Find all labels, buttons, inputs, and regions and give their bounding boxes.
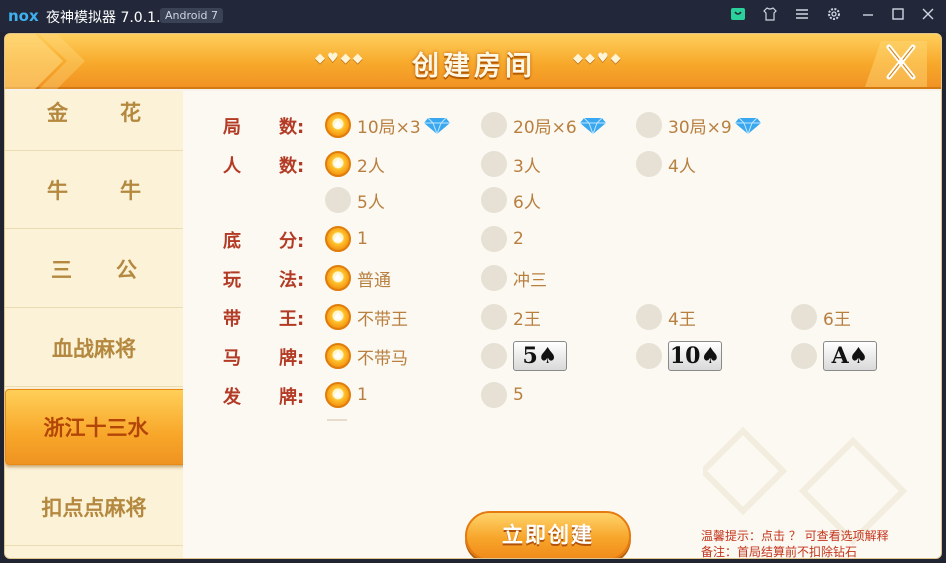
- radio-selected-icon: [325, 112, 351, 138]
- radio-selected-icon: [325, 226, 351, 252]
- android-version-badge: Android 7: [160, 8, 224, 23]
- create-room-button[interactable]: 立即创建: [465, 511, 631, 558]
- room-options-panel: 局 数: 10局×3 20局×6 30局×9 人 数: 2人: [183, 91, 941, 559]
- players-option-5[interactable]: 5人: [325, 187, 385, 213]
- tip-text: 温馨提示：点击 ？ 可查看选项解释: [701, 529, 889, 543]
- nox-logo: nox: [8, 7, 39, 25]
- play-mode-option-normal[interactable]: 普通: [325, 265, 391, 291]
- kings-option-6[interactable]: 6王: [791, 304, 851, 330]
- scroll-hint-line: [327, 419, 347, 421]
- playing-card: 10♠: [668, 341, 722, 371]
- radio-unselected-icon: [481, 187, 507, 213]
- horse-card-option-10-spade[interactable]: 10♠: [636, 341, 722, 371]
- gear-icon[interactable]: [824, 6, 844, 26]
- store-icon[interactable]: [728, 6, 748, 26]
- horse-card-option-a-spade[interactable]: A♠: [791, 341, 877, 371]
- radio-unselected-icon: [636, 343, 662, 369]
- sidebar-item-xuezhan-mahjong[interactable]: 血战麻将: [5, 309, 183, 387]
- crossed-swords-close-icon: [865, 41, 927, 87]
- radio-unselected-icon: [325, 187, 351, 213]
- radio-unselected-icon: [791, 343, 817, 369]
- players-option-3[interactable]: 3人: [481, 151, 541, 177]
- rounds-option-10[interactable]: 10局×3: [325, 112, 450, 138]
- radio-selected-icon: [325, 382, 351, 408]
- radio-unselected-icon: [481, 112, 507, 138]
- dialog-close-button[interactable]: [861, 37, 927, 87]
- radio-unselected-icon: [481, 265, 507, 291]
- sidebar-item-label: 三公: [51, 257, 181, 282]
- deal-option-5[interactable]: 5: [481, 382, 524, 408]
- sidebar-item-label: 牛牛: [47, 178, 193, 203]
- window-title: 夜神模拟器 7.0.1.0: [46, 10, 170, 26]
- playing-card: A♠: [823, 341, 877, 371]
- radio-unselected-icon: [481, 151, 507, 177]
- play-mode-option-chongsan[interactable]: 冲三: [481, 265, 547, 291]
- sidebar-item-koudiandian-mahjong[interactable]: 扣点点麻将: [5, 468, 183, 546]
- sidebar-item-label: 血战麻将: [52, 336, 136, 361]
- horse-card-option-5-spade[interactable]: 5♠: [481, 341, 567, 371]
- minimize-icon[interactable]: [858, 6, 878, 26]
- players-option-4[interactable]: 4人: [636, 151, 696, 177]
- players-option-2[interactable]: 2人: [325, 151, 385, 177]
- radio-unselected-icon: [481, 226, 507, 252]
- kings-option-2[interactable]: 2王: [481, 304, 541, 330]
- radio-unselected-icon: [636, 112, 662, 138]
- diamond-icon: [734, 117, 761, 134]
- radio-unselected-icon: [481, 382, 507, 408]
- shirt-icon[interactable]: [760, 6, 780, 26]
- diamond-icon: [579, 117, 606, 134]
- sidebar-item-label: 浙江十三水: [43, 416, 149, 440]
- sidebar-item-zhejiang-13[interactable]: 浙江十三水: [5, 389, 187, 465]
- playing-card: 5♠: [513, 341, 567, 371]
- players-option-6[interactable]: 6人: [481, 187, 541, 213]
- emulator-titlebar: nox 夜神模拟器 7.0.1.0 Android 7: [0, 0, 946, 32]
- create-room-dialog: ◆♥◆◆ 创建房间 ◆◆♥◆ 金花 牛牛 三公 血战麻将 浙江十三水 扣点点麻将…: [4, 33, 942, 559]
- sidebar-item-label: 金花: [47, 100, 193, 125]
- radio-unselected-icon: [636, 151, 662, 177]
- rounds-option-20[interactable]: 20局×6: [481, 112, 606, 138]
- rounds-option-30[interactable]: 30局×9: [636, 112, 761, 138]
- game-type-sidebar: 金花 牛牛 三公 血战麻将 浙江十三水 扣点点麻将: [5, 91, 187, 558]
- diamond-icon: [423, 117, 450, 134]
- base-score-option-2[interactable]: 2: [481, 226, 524, 252]
- horse-card-option-none[interactable]: 不带马: [325, 343, 408, 369]
- radio-selected-icon: [325, 304, 351, 330]
- close-icon[interactable]: [918, 6, 938, 26]
- note-text: 备注：首局结算前不扣除钻石: [701, 545, 858, 559]
- deal-option-1[interactable]: 1: [325, 382, 368, 408]
- radio-unselected-icon: [636, 304, 662, 330]
- sidebar-item-label: 扣点点麻将: [41, 495, 147, 520]
- radio-selected-icon: [325, 151, 351, 177]
- sidebar-item-niuniu[interactable]: 牛牛: [5, 151, 183, 229]
- radio-unselected-icon: [481, 343, 507, 369]
- sidebar-item-jinhua[interactable]: 金花: [5, 73, 183, 151]
- base-score-option-1[interactable]: 1: [325, 226, 368, 252]
- suits-decoration-right: ◆◆♥◆: [573, 51, 623, 66]
- kings-option-4[interactable]: 4王: [636, 304, 696, 330]
- maximize-icon[interactable]: [888, 6, 908, 26]
- menu-icon[interactable]: [792, 6, 812, 26]
- radio-unselected-icon: [791, 304, 817, 330]
- kings-option-none[interactable]: 不带王: [325, 304, 408, 330]
- radio-unselected-icon: [481, 304, 507, 330]
- radio-selected-icon: [325, 343, 351, 369]
- sidebar-item-sangong[interactable]: 三公: [5, 230, 183, 308]
- radio-selected-icon: [325, 265, 351, 291]
